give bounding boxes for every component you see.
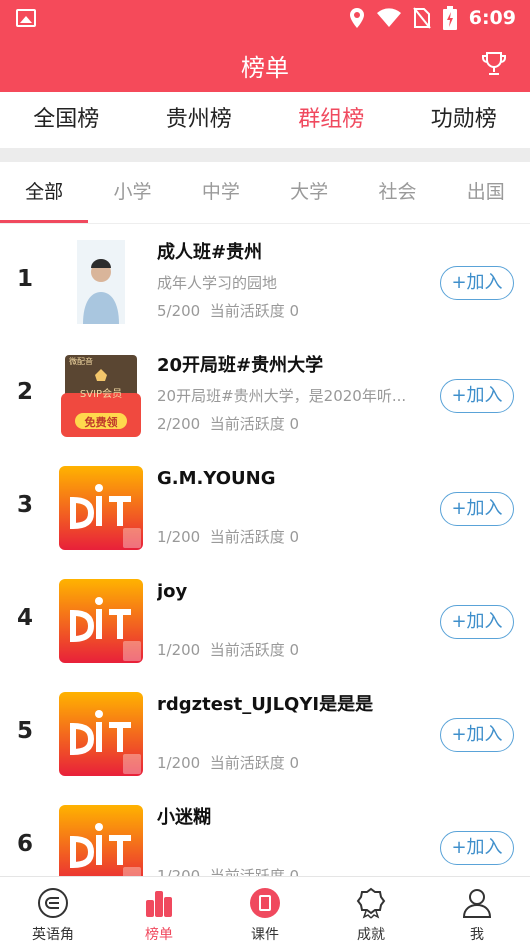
battery-icon: [442, 6, 457, 30]
member-count: 1/200: [157, 528, 201, 546]
member-count: 1/200: [157, 867, 201, 876]
app-logo-icon: [59, 579, 143, 663]
title-bar: 榜单: [0, 36, 530, 92]
trophy-icon[interactable]: [480, 50, 508, 78]
tab-guizhou[interactable]: 贵州榜: [133, 92, 266, 148]
image-notification-icon: [16, 9, 36, 27]
english-corner-icon: [38, 888, 68, 918]
join-button[interactable]: +加入: [440, 605, 514, 639]
rank-number: 1: [16, 266, 33, 292]
activity-level: 当前活跃度 0: [209, 415, 300, 433]
subtab-primary[interactable]: 小学: [88, 162, 176, 223]
group-avatar: [59, 805, 143, 876]
nav-label: 课件: [251, 927, 279, 943]
tab-group[interactable]: 群组榜: [265, 92, 398, 148]
member-count: 2/200: [157, 415, 201, 433]
tab-national[interactable]: 全国榜: [0, 92, 133, 148]
member-count: 5/200: [157, 302, 201, 320]
nav-profile[interactable]: 我: [424, 877, 530, 950]
tab-merit[interactable]: 功勋榜: [398, 92, 530, 148]
list-item[interactable]: 6 小迷糊 1/200 当前活跃度 0 +加入: [0, 791, 530, 876]
nav-label: 英语角: [32, 927, 74, 943]
profile-icon: [462, 889, 492, 918]
subtab-society[interactable]: 社会: [353, 162, 441, 223]
nav-ranking[interactable]: 榜单: [106, 877, 212, 950]
rank-number: 6: [16, 831, 33, 857]
group-name: rdgztest_UJLQYI是是是: [157, 694, 374, 715]
status-time: 6:09: [468, 7, 516, 29]
svip-badge: 微配音: [69, 357, 93, 366]
nav-label: 榜单: [145, 927, 173, 943]
group-avatar: [59, 579, 143, 663]
join-button[interactable]: +加入: [440, 492, 514, 526]
location-icon: [349, 8, 364, 28]
group-name: G.M.YOUNG: [157, 468, 276, 489]
svip-label: SVIP会员: [79, 389, 123, 400]
activity-level: 当前活跃度 0: [209, 867, 300, 876]
subtab-university[interactable]: 大学: [265, 162, 353, 223]
subtab-middle[interactable]: 中学: [177, 162, 265, 223]
status-indicators: 6:09: [349, 6, 516, 30]
page-title: 榜单: [241, 54, 289, 82]
ranking-type-tabs: 全国榜 贵州榜 群组榜 功勋榜: [0, 92, 530, 148]
nav-courseware[interactable]: 课件: [212, 877, 318, 950]
person-photo-icon: [77, 240, 125, 324]
group-name: joy: [157, 581, 188, 602]
app-logo-icon: [59, 692, 143, 776]
group-description: [157, 498, 427, 520]
member-count: 1/200: [157, 754, 201, 772]
activity-level: 当前活跃度 0: [209, 641, 300, 659]
group-description: [157, 724, 427, 746]
nav-label: 我: [470, 927, 484, 943]
group-name: 小迷糊: [157, 807, 211, 828]
courseware-icon: [250, 888, 280, 918]
member-count: 1/200: [157, 641, 201, 659]
rank-number: 5: [16, 718, 33, 744]
list-item[interactable]: 4 joy 1/200 当前活跃度 0 +加入: [0, 565, 530, 678]
list-item[interactable]: 5 rdgztest_UJLQYI是是是 1/200 当前活跃度 0 +加入: [0, 678, 530, 791]
list-item[interactable]: 1 成人班#贵州 成年人学习的园地 5/200 当前活跃度 0 +加入: [0, 226, 530, 339]
group-description: [157, 611, 427, 633]
list-item[interactable]: 3 G.M.YOUNG 1/200 当前活跃度 0 +加入: [0, 452, 530, 565]
ranking-icon: [146, 891, 172, 917]
subtab-all[interactable]: 全部: [0, 162, 89, 223]
svip-free-label: 免费领: [84, 416, 118, 429]
bottom-nav: 英语角 榜单 课件 成就 我: [0, 876, 530, 950]
group-description: [157, 837, 427, 859]
activity-level: 当前活跃度 0: [209, 754, 300, 772]
status-bar: 6:09: [0, 0, 530, 36]
group-avatar: 微配音 SVIP会员 免费领: [59, 353, 143, 437]
activity-level: 当前活跃度 0: [209, 302, 300, 320]
no-sim-icon: [412, 7, 431, 29]
join-button[interactable]: +加入: [440, 379, 514, 413]
category-tabs: 全部 小学 中学 大学 社会 出国: [0, 162, 530, 224]
group-avatar: [59, 240, 143, 324]
join-button[interactable]: +加入: [440, 266, 514, 300]
achievement-icon: [356, 887, 386, 919]
group-list: 1 成人班#贵州 成年人学习的园地 5/200 当前活跃度 0 +加入 2 微配…: [0, 226, 530, 876]
app-logo-icon: [59, 466, 143, 550]
group-description: 成年人学习的园地: [157, 274, 278, 292]
join-button[interactable]: +加入: [440, 831, 514, 865]
group-avatar: [59, 466, 143, 550]
nav-label: 成就: [357, 927, 385, 943]
list-item[interactable]: 2 微配音 SVIP会员 免费领 20开局班#贵州大学 20开局班#贵州大学，是…: [0, 339, 530, 452]
group-name: 成人班#贵州: [157, 242, 263, 263]
activity-level: 当前活跃度 0: [209, 528, 300, 546]
rank-number: 3: [16, 492, 33, 518]
group-name: 20开局班#贵州大学: [157, 355, 324, 376]
nav-achievement[interactable]: 成就: [318, 877, 424, 950]
app-logo-icon: [59, 805, 143, 876]
section-divider: [0, 148, 530, 162]
nav-english-corner[interactable]: 英语角: [0, 877, 106, 950]
group-avatar: [59, 692, 143, 776]
wifi-icon: [376, 8, 401, 27]
group-description: 20开局班#贵州大学，是2020年听...: [157, 387, 407, 405]
join-button[interactable]: +加入: [440, 718, 514, 752]
rank-number: 4: [16, 605, 33, 631]
subtab-abroad[interactable]: 出国: [442, 162, 530, 223]
rank-number: 2: [16, 379, 33, 405]
